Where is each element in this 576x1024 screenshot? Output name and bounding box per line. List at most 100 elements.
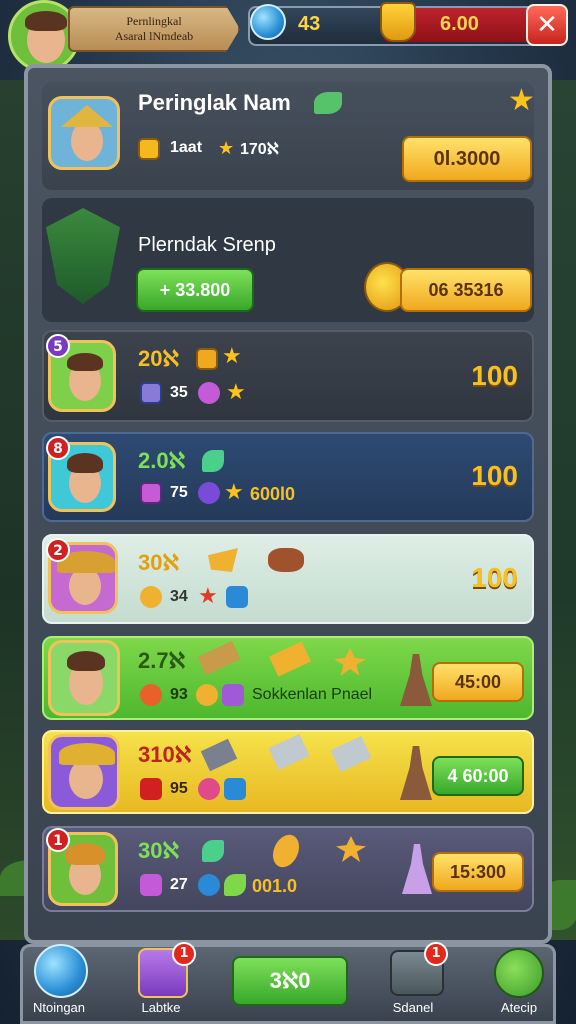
rank-level: 2.7ℵ (138, 648, 185, 673)
rank-badge: 5 (46, 334, 70, 358)
star-icon: ★ (198, 584, 218, 609)
coin-icon (140, 586, 162, 608)
coin-icon (140, 684, 162, 706)
rank-extra: Sokkenlan Pnael (252, 686, 373, 703)
leaf-icon (224, 874, 246, 896)
axe-icon (269, 641, 311, 677)
rank-count: 34 (170, 588, 188, 605)
rank-count: 35 (170, 384, 188, 401)
rank-button[interactable]: 4 60:00 (432, 756, 524, 796)
gem-purple-icon (140, 874, 162, 896)
rank-row-3[interactable]: 2 30ℵ 34 ★ 100 (42, 534, 534, 624)
rank-level: 30ℵ (138, 550, 179, 575)
rank-score: 100 (471, 562, 518, 593)
feather-icon (267, 830, 305, 872)
leaf-gem-icon (314, 92, 342, 114)
rank-count: 27 (170, 876, 188, 893)
close-button[interactable]: ✕ (526, 4, 568, 46)
group-card[interactable]: Plerndak Srenp + 33.800 06 35316 (42, 198, 534, 322)
blade-icon (268, 733, 310, 771)
coin-icon (196, 348, 218, 370)
blade-icon (330, 735, 372, 773)
gem-purple-icon (198, 382, 220, 404)
nav-center-button[interactable]: 3ℵ0 (232, 956, 348, 1006)
star-icon: ★ (218, 138, 235, 159)
group-gold-button[interactable]: 06 35316 (400, 268, 532, 312)
leaf-gem-icon (202, 450, 224, 472)
top-player-stat-b: 170ℵ (240, 141, 279, 158)
gold-bag-icon[interactable] (380, 2, 416, 42)
star-icon: ★ (226, 380, 246, 405)
burst-icon (334, 648, 366, 676)
gold-count: 6.00 (440, 13, 479, 35)
tower-icon (400, 654, 432, 706)
rank-row-6[interactable]: 1 30ℵ 27 001.0 15:300 (42, 826, 534, 912)
nav-label-cards[interactable]: Labtke (116, 1000, 206, 1015)
rank-count: 93 (170, 686, 188, 703)
group-title: Plerndak Srenp (138, 234, 276, 256)
player-name-plate: Pernlingkal Asaral lNmdeab (68, 6, 240, 52)
nav-notification-badge: 1 (172, 942, 196, 966)
nav-notification-badge: 1 (424, 942, 448, 966)
rank-row-1[interactable]: 5 20ℵ ★ 35 ★ 100 (42, 330, 534, 422)
burst-icon (336, 836, 366, 862)
rank-row-2[interactable]: 8 2.0ℵ 75 ★ 600l0 100 (42, 432, 534, 522)
star-icon: ★ (508, 83, 535, 118)
rank-row-5[interactable]: 310ℵ 95 4 60:00 (42, 730, 534, 814)
hammer-icon (200, 738, 238, 772)
star-icon: ★ (222, 344, 242, 369)
rank-count: 75 (170, 484, 188, 501)
gold-coin-icon (196, 684, 218, 706)
crystal-purple-icon (222, 684, 244, 706)
rank-extra: 001.0 (252, 876, 298, 896)
rank-portrait (48, 640, 120, 716)
rank-level: 2.0ℵ (138, 448, 185, 473)
nav-monster-icon[interactable] (494, 948, 544, 998)
gem-purple-icon (198, 482, 220, 504)
top-player-card[interactable]: Peringlak Nam ★ 1aat ★ 170ℵ 0l.3000 (42, 82, 535, 190)
shield-blue-icon (226, 586, 248, 608)
potion-icon (140, 382, 162, 404)
player-name-line1: Pernlingkal (126, 14, 182, 28)
gem-icon[interactable] (250, 4, 286, 40)
nav-label-monster[interactable]: Atecip (474, 1000, 564, 1015)
sword-icon (197, 640, 241, 676)
rank-extra: 600l0 (250, 484, 296, 504)
star-icon: ★ (224, 480, 244, 505)
creature-icon (268, 548, 304, 572)
rank-portrait (48, 734, 120, 810)
top-player-button[interactable]: 0l.3000 (402, 136, 532, 182)
nav-label-machine[interactable]: Sdanel (368, 1000, 458, 1015)
top-player-stat-a: 1aat (170, 139, 203, 156)
rank-level: 30ℵ (138, 838, 179, 863)
leaf-gem-icon (202, 840, 224, 862)
rank-badge: 1 (46, 828, 70, 852)
tower-icon (400, 746, 432, 800)
rank-level: 20ℵ (138, 346, 179, 371)
top-player-portrait (48, 96, 120, 170)
shield-blue-icon (224, 778, 246, 800)
gem-count: 43 (298, 13, 321, 35)
flower-icon (198, 778, 220, 800)
crystal-tower-icon (402, 844, 432, 894)
group-green-button[interactable]: + 33.800 (136, 268, 254, 312)
rank-badge: 2 (46, 538, 70, 562)
rank-button[interactable]: 15:300 (432, 852, 524, 892)
shield-emblem-icon (46, 208, 120, 304)
badge-red-icon (140, 778, 162, 800)
rank-score: 100 (471, 460, 518, 491)
cube-icon (140, 482, 162, 504)
rank-button[interactable]: 45:00 (432, 662, 524, 702)
rank-row-4[interactable]: 2.7ℵ 93 Sokkenlan Pnael 45:00 (42, 636, 534, 720)
rank-level: 310ℵ (138, 742, 192, 767)
gem-blue-icon (198, 874, 220, 896)
rank-count: 95 (170, 780, 188, 797)
trophy-icon (138, 138, 160, 160)
nav-label-home[interactable]: Ntoingan (14, 1000, 104, 1015)
rank-badge: 8 (46, 436, 70, 460)
rank-score: 100 (471, 360, 518, 391)
top-player-name: Peringlak Nam (138, 90, 291, 115)
crystal-icon (208, 548, 238, 572)
nav-home-icon[interactable] (34, 944, 88, 998)
player-name-line2: Asaral lNmdeab (114, 29, 194, 43)
